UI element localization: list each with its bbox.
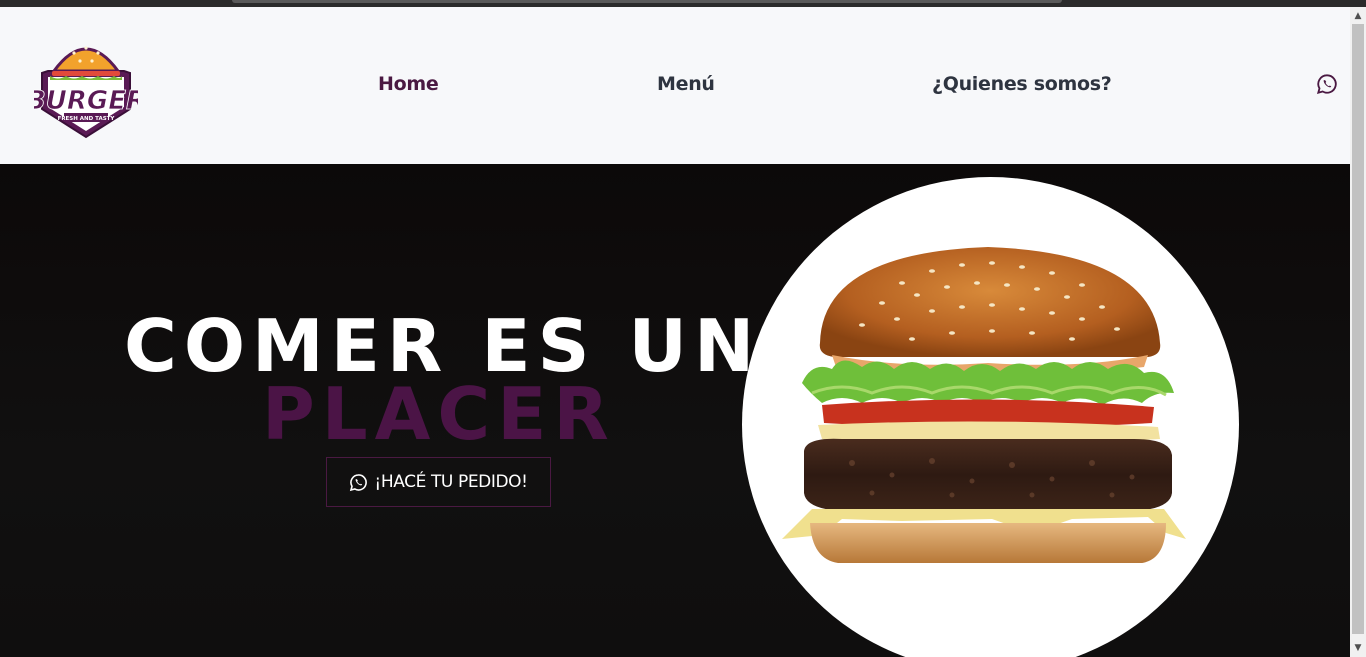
- scrollbar[interactable]: ▲ ▼: [1350, 7, 1366, 657]
- burger-logo-icon[interactable]: BURGER FRESH AND TASTY: [26, 31, 146, 139]
- order-button-label: ¡HACÉ TU PEDIDO!: [374, 472, 528, 492]
- nav-link-home[interactable]: Home: [378, 73, 439, 95]
- hero-title-line-2: PLACER: [262, 372, 616, 456]
- nav-link-menu[interactable]: Menú: [657, 73, 715, 95]
- scroll-down-arrow-icon[interactable]: ▼: [1350, 641, 1366, 655]
- svg-text:FRESH AND TASTY: FRESH AND TASTY: [58, 116, 116, 122]
- browser-address-bar-edge: [232, 0, 1062, 3]
- scrollbar-thumb[interactable]: [1352, 24, 1364, 634]
- page: BURGER FRESH AND TASTY Home Menú ¿Quiene…: [0, 7, 1350, 657]
- burger-image-frame: [742, 177, 1239, 657]
- hero-section: COMER ES UN PLACER ¡HACÉ TU PEDIDO!: [0, 164, 1350, 657]
- svg-text:BURGER: BURGER: [34, 86, 138, 116]
- scroll-up-arrow-icon[interactable]: ▲: [1350, 9, 1366, 23]
- whatsapp-icon: [349, 473, 368, 492]
- order-button[interactable]: ¡HACÉ TU PEDIDO!: [326, 457, 551, 507]
- hamburger-photo: [782, 247, 1186, 563]
- nav-link-quienes-somos[interactable]: ¿Quienes somos?: [932, 73, 1112, 95]
- browser-top-strip: [0, 0, 1366, 7]
- navbar: BURGER FRESH AND TASTY Home Menú ¿Quiene…: [0, 7, 1350, 164]
- whatsapp-icon[interactable]: [1316, 73, 1338, 95]
